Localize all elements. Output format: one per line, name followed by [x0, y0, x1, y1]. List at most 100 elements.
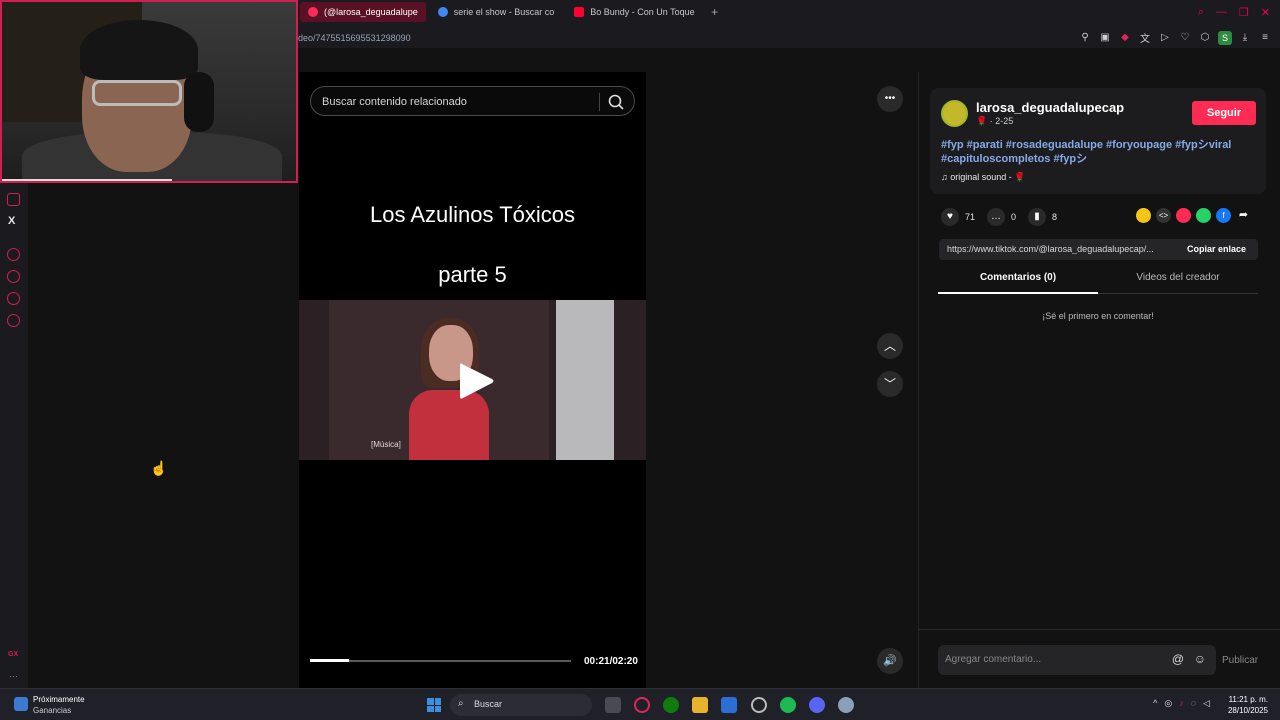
emoji-icon[interactable]: ☺ — [1194, 652, 1206, 666]
taskbar-search[interactable]: ⌕ Buscar — [450, 694, 592, 716]
address-bar-url[interactable]: deo/7475515695531298090 — [298, 33, 411, 43]
whatsapp-icon[interactable] — [1196, 208, 1211, 223]
divider — [599, 93, 600, 111]
facebook-icon[interactable]: f — [1216, 208, 1231, 223]
tab-label: Bo Bundy - Con Un Toque — [590, 7, 695, 17]
play-icon[interactable] — [456, 360, 496, 402]
microphone-icon[interactable]: ♪ — [1179, 698, 1184, 709]
file-explorer-icon[interactable] — [692, 697, 708, 713]
extensions-icon[interactable]: ⬡ — [1198, 32, 1212, 43]
clock-date: 28/10/2025 — [1227, 706, 1268, 715]
chevron-up-icon[interactable]: ^ — [1153, 698, 1157, 709]
discord-icon[interactable] — [809, 697, 825, 713]
heart-icon[interactable]: ♡ — [1178, 32, 1192, 43]
translate-icon[interactable]: 文 — [1138, 30, 1152, 45]
instagram-icon[interactable] — [7, 193, 20, 206]
tab-youtube[interactable]: Bo Bundy - Con Un Toque — [566, 2, 702, 22]
like-count: 71 — [965, 212, 976, 222]
chat-icon[interactable] — [7, 292, 20, 305]
tab-bar: (@larosa_deguadalupe serie el show - Bus… — [300, 2, 723, 22]
page-background — [28, 183, 299, 688]
maximize-icon[interactable]: ❐ — [1239, 6, 1249, 19]
new-tab-button[interactable]: + — [707, 2, 723, 22]
player-icon[interactable] — [7, 248, 20, 261]
bookmark-icon: ▮ — [1028, 208, 1047, 226]
video-part-text: parte 5 — [438, 262, 507, 287]
x-icon[interactable]: X — [8, 215, 15, 227]
widget-subtitle: Ganancias — [33, 706, 72, 715]
minimize-icon[interactable]: — — [1216, 6, 1227, 19]
snapshot-icon[interactable]: ▣ — [1098, 32, 1112, 43]
clock-time: 11:21 p. m. — [1228, 695, 1268, 704]
taskbar: Próximamente Ganancias ⌕ Buscar ^ ◎ ♪ ◌ … — [0, 688, 1280, 720]
widget-title[interactable]: Próximamente — [33, 695, 85, 704]
tiktok-icon — [308, 7, 318, 17]
share-arrow-icon[interactable]: ➦ — [1236, 208, 1251, 223]
comment-button[interactable]: … 0 — [987, 208, 1016, 226]
copy-link-button[interactable]: Copiar enlace — [1187, 244, 1246, 254]
start-icon[interactable] — [427, 698, 441, 712]
search-icon[interactable]: ⌕ — [1198, 6, 1204, 19]
sound-link[interactable]: ♫ original sound - 🌹 — [941, 172, 1026, 183]
taskbar-search-label: Buscar — [474, 699, 503, 709]
chevron-up-icon[interactable]: ︿ — [877, 333, 903, 359]
settings-icon[interactable] — [838, 697, 854, 713]
browser-toolbar: ⚲ ▣ ◆ 文 ▷ ♡ ⬡ S ⤓ ≡ — [1078, 30, 1272, 45]
share-link-box: https://www.tiktok.com/@larosa_deguadalu… — [939, 239, 1258, 260]
shield-icon[interactable]: ◆ — [1118, 32, 1132, 43]
youtube-icon — [574, 7, 585, 17]
google-icon — [437, 7, 448, 17]
tab-creator-videos[interactable]: Videos del creador — [1098, 272, 1258, 294]
download-icon[interactable]: ⤓ — [1238, 32, 1252, 43]
hand-cursor-icon: ☝ — [150, 460, 168, 476]
settings-icon[interactable] — [7, 314, 20, 327]
more-options-icon[interactable]: ••• — [877, 86, 903, 112]
volume-icon[interactable]: 🔊 — [877, 648, 903, 674]
clock-app-icon[interactable] — [751, 697, 767, 713]
post-date: 🌹 · 2-25 — [976, 116, 1014, 126]
post-hashtags[interactable]: #fyp #parati #rosadeguadalupe #foryoupag… — [941, 138, 1241, 166]
like-button[interactable]: ♥ 71 — [941, 208, 975, 226]
search-icon[interactable] — [606, 92, 626, 112]
avatar[interactable] — [941, 100, 968, 127]
task-view-icon[interactable] — [605, 697, 621, 713]
send-icon[interactable] — [1176, 208, 1191, 223]
opera-gx-icon[interactable] — [634, 697, 650, 713]
friends-icon[interactable] — [1136, 208, 1151, 223]
tab-label: serie el show - Buscar co — [453, 7, 555, 17]
comment-input[interactable]: Agregar comentario... @ ☺ — [938, 645, 1216, 675]
tab-google-search[interactable]: serie el show - Buscar co — [430, 2, 563, 22]
progress-track[interactable] — [310, 660, 571, 662]
pin-icon[interactable]: ⚲ — [1078, 32, 1092, 43]
tab-tiktok[interactable]: (@larosa_deguadalupe — [300, 2, 426, 22]
more-icon[interactable]: ··· — [9, 671, 18, 681]
mention-icon[interactable]: @ — [1172, 652, 1184, 666]
widgets-icon[interactable] — [14, 697, 28, 711]
search-icon: ⌕ — [458, 698, 464, 709]
related-search-input[interactable]: Buscar contenido relacionado — [310, 86, 635, 116]
spotify-icon[interactable] — [780, 697, 796, 713]
taskbar-clock[interactable]: 11:21 p. m. 28/10/2025 — [1228, 694, 1268, 716]
store-icon[interactable] — [721, 697, 737, 713]
gx-icon[interactable]: GX — [8, 651, 18, 658]
progress-fill — [310, 659, 350, 662]
profile-icon[interactable]: S — [1218, 30, 1232, 45]
share-link[interactable]: https://www.tiktok.com/@larosa_deguadalu… — [947, 244, 1175, 254]
play-icon[interactable]: ▷ — [1158, 32, 1172, 43]
search-placeholder: Buscar contenido relacionado — [322, 96, 467, 108]
save-button[interactable]: ▮ 8 — [1028, 208, 1057, 226]
close-icon[interactable]: ✕ — [1261, 6, 1270, 19]
wifi-icon[interactable]: ◌ — [1191, 698, 1196, 709]
tab-comments[interactable]: Comentarios (0) — [938, 272, 1098, 294]
speaker-icon[interactable]: ◁ — [1203, 698, 1210, 709]
embed-icon[interactable]: <> — [1156, 208, 1171, 223]
empty-comments-text: ¡Sé el primero en comentar! — [1042, 311, 1154, 321]
network-icon[interactable]: ◎ — [1164, 698, 1172, 709]
author-username[interactable]: larosa_deguadalupecap — [976, 100, 1124, 115]
publish-button[interactable]: Publicar — [1222, 655, 1258, 666]
menu-icon[interactable]: ≡ — [1258, 32, 1272, 43]
xbox-icon[interactable] — [663, 697, 679, 713]
chevron-down-icon[interactable]: ﹀ — [877, 371, 903, 397]
history-icon[interactable] — [7, 270, 20, 283]
follow-button[interactable]: Seguir — [1192, 101, 1256, 125]
